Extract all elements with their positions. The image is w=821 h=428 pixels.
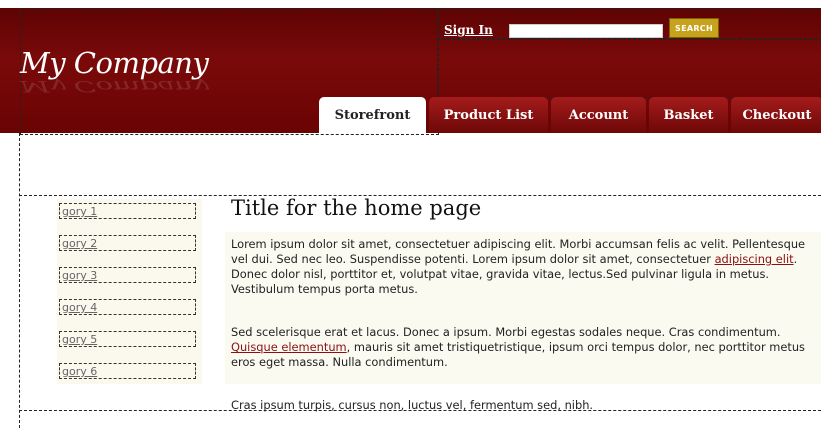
category-link-1[interactable]: gory 1	[59, 203, 196, 219]
tab-storefront[interactable]: Storefront	[319, 97, 426, 133]
category-link-6[interactable]: gory 6	[59, 363, 196, 379]
search-button[interactable]: SEARCH	[669, 18, 719, 38]
category-link-2[interactable]: gory 2	[59, 235, 196, 251]
category-link-5[interactable]: gory 5	[59, 331, 196, 347]
tab-account[interactable]: Account	[551, 97, 646, 133]
paragraph-2: Sed scelerisque erat et lacus. Donec a i…	[231, 325, 811, 370]
tab-basket[interactable]: Basket	[649, 97, 728, 133]
paragraph-2-text-a: Sed scelerisque erat et lacus. Donec a i…	[231, 325, 781, 339]
tab-checkout[interactable]: Checkout	[731, 97, 821, 133]
site-header: My Company My Company Sign In SEARCH Sto…	[0, 0, 821, 135]
category-link-3[interactable]: gory 3	[59, 267, 196, 283]
tab-product-list[interactable]: Product List	[429, 97, 548, 133]
adipiscing-elit-link[interactable]: adipiscing elit	[715, 252, 794, 266]
search-input[interactable]	[509, 24, 663, 38]
paragraph-3: Cras ipsum turpis, cursus non, luctus ve…	[231, 398, 594, 412]
nav-region-outline	[437, 38, 821, 98]
category-link-4[interactable]: gory 4	[59, 299, 196, 315]
sign-in-link[interactable]: Sign In	[444, 23, 493, 37]
category-sidebar: gory 1 gory 2 gory 3 gory 4 gory 5 gory …	[57, 199, 202, 384]
paragraph-1: Lorem ipsum dolor sit amet, consectetuer…	[231, 237, 811, 297]
site-logo[interactable]: My Company	[20, 46, 209, 80]
site-logo-reflection: My Company	[20, 77, 209, 96]
layout-guide-left	[19, 133, 20, 428]
quisque-elementum-link[interactable]: Quisque elementum	[231, 340, 347, 354]
header-top-band	[0, 0, 821, 8]
page-title: Title for the home page	[231, 196, 482, 220]
